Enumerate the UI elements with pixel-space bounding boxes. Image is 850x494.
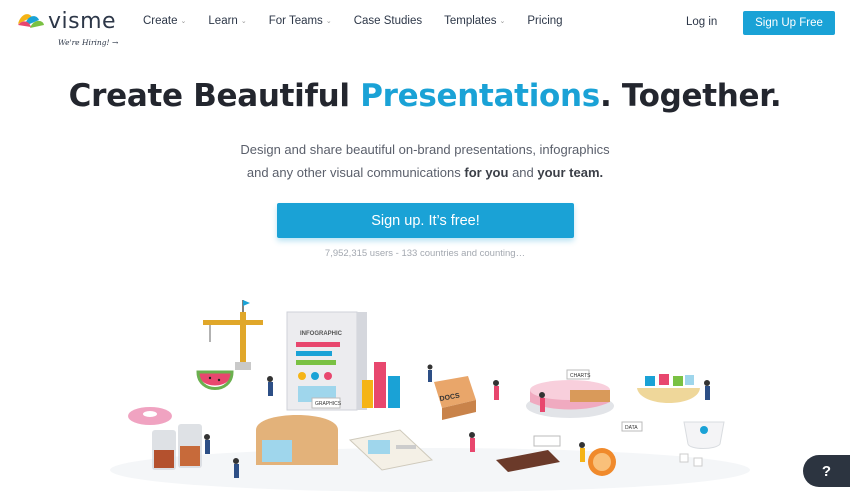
subtitle-pre: and any other visual communications (246, 165, 461, 180)
help-chat-button[interactable]: ? (803, 455, 850, 487)
hiring-link[interactable]: We're Hiring! → (58, 38, 118, 47)
headline-pre: Create Beautiful (68, 78, 350, 114)
crane-illustration (203, 300, 263, 370)
menu-create[interactable]: Create ⌄ (143, 15, 186, 27)
bar-blocks (362, 362, 400, 408)
hero-headline: Create Beautiful Presentations. Together… (0, 78, 850, 114)
watermelon-illustration (196, 370, 234, 390)
subtitle-mid: and (512, 165, 534, 180)
menu-templates-label: Templates (444, 15, 497, 27)
menu-case-studies-label: Case Studies (353, 15, 423, 27)
subtitle-line-2: and any other visual communications for … (0, 161, 850, 184)
headline-post: . Together. (599, 78, 782, 114)
hero-illustration: INFOGRAPHIC GRAPHICS DOCS CHARTS DATA (110, 300, 750, 492)
menu-create-label: Create (143, 15, 178, 27)
chevron-down-icon: ⌄ (180, 18, 187, 25)
donut-illustration (128, 407, 172, 425)
infographic-label: INFOGRAPHIC (300, 331, 343, 337)
headline-accent: Presentations (360, 78, 600, 114)
cup-illustration (679, 421, 725, 467)
subtitle-line-1: Design and share beautiful on-brand pres… (240, 142, 610, 157)
visme-logo-icon (18, 14, 44, 28)
bowl-illustration (637, 374, 700, 403)
login-link[interactable]: Log in (686, 16, 717, 28)
chevron-down-icon: ⌄ (499, 18, 506, 25)
graphics-label: GRAPHICS (315, 401, 342, 407)
data-sign: DATA (621, 421, 643, 432)
docs-box: DOCS (434, 376, 476, 420)
menu-for-teams-label: For Teams (268, 15, 323, 27)
menu-case-studies[interactable]: Case Studies (354, 15, 422, 27)
orange-illustration (588, 448, 616, 476)
charts-label: CHARTS (570, 373, 591, 379)
menu-pricing[interactable]: Pricing (527, 15, 562, 27)
infographic-board: INFOGRAPHIC (286, 311, 367, 411)
menu-for-teams[interactable]: For Teams ⌄ (269, 15, 332, 27)
menu-learn[interactable]: Learn ⌄ (208, 15, 246, 27)
logo-wordmark: visme (48, 9, 117, 34)
chevron-down-icon: ⌄ (240, 18, 247, 25)
main-menu: Create ⌄ Learn ⌄ For Teams ⌄ Case Studie… (143, 15, 585, 27)
menu-templates[interactable]: Templates ⌄ (444, 15, 505, 27)
data-label: DATA (625, 425, 638, 431)
signup-free-button[interactable]: Sign Up Free (743, 11, 835, 35)
user-counter: 7,952,315 users - 133 countries and coun… (324, 248, 526, 259)
bread-illustration (256, 415, 338, 465)
visme-logo[interactable]: visme We're Hiring! → (16, 8, 126, 48)
chevron-down-icon: ⌄ (325, 18, 332, 25)
subtitle-bold-1: for you (464, 165, 509, 180)
graphics-sign: GRAPHICS (311, 397, 342, 409)
signup-cta-button[interactable]: Sign up. It’s free! (277, 203, 574, 238)
menu-learn-label: Learn (208, 15, 238, 27)
menu-pricing-label: Pricing (527, 15, 563, 27)
top-navigation: visme We're Hiring! → Create ⌄ Learn ⌄ F… (0, 0, 850, 48)
hero-subtitle: Design and share beautiful on-brand pres… (0, 138, 850, 184)
subtitle-bold-2: your team. (537, 165, 604, 180)
